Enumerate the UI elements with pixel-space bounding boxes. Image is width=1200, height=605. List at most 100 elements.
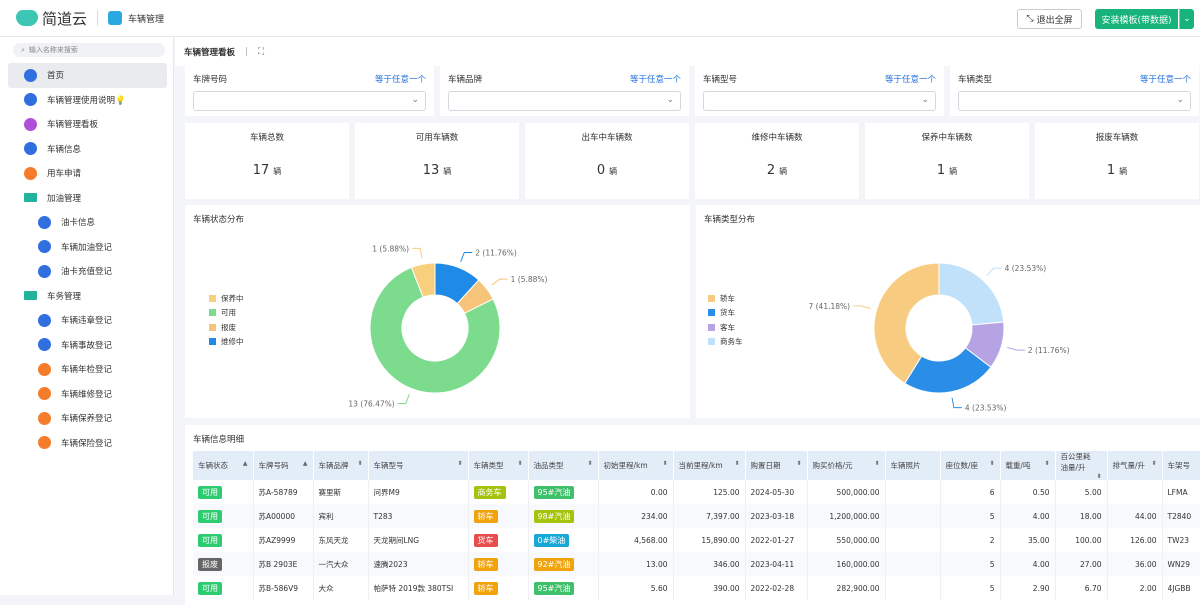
filter-operator-dropdown[interactable]: 等于任意一个 [1140,73,1191,85]
column-header[interactable]: 购置日期 ⬍ [745,451,808,480]
table-row[interactable]: 可用 苏AZ9999 东风天龙 天龙期间LNG 货车 0#柴油 4,568.00 15,890… [193,528,1200,552]
cell-text: 宾利 [318,511,334,521]
table-cell: 550,000.00 [807,528,886,552]
sort-icon[interactable]: ⬍ [874,460,879,467]
sort-icon[interactable]: ⬍ [662,460,667,467]
sidebar-item[interactable]: 车辆加油登记 [8,235,167,260]
column-header[interactable]: 车架号 [1162,451,1200,480]
table-cell: 轿车 [468,576,529,600]
exit-fullscreen-button[interactable]: ⤡ 退出全屏 [1017,9,1082,29]
sidebar-item[interactable]: 车辆违章登记 [8,308,167,333]
stat-card: 保养中车辆数 1 辆 [865,123,1029,199]
table-row[interactable]: 可用 苏A00000 宾利 T283 轿车 98#汽油 234.00 7,397.00 2023… [193,504,1200,528]
table-cell: 天龙期间LNG [368,528,469,552]
column-header[interactable]: 车辆照片 [885,451,941,480]
cell-text: 苏A-58789 [258,487,298,497]
sort-icon[interactable]: ⬍ [1044,460,1049,467]
table-cell: 5 [940,576,1001,600]
cell-text: T283 [373,511,393,521]
filter-select[interactable]: ⌄ [958,91,1191,111]
sidebar-item[interactable]: 油卡充值登记 [8,259,167,284]
column-header[interactable]: 初始里程/km ⬍ [598,451,674,480]
sort-icon[interactable]: ⬍ [1151,460,1156,467]
cell-text: 5 [989,583,995,593]
sort-icon[interactable]: ▲ [243,460,248,467]
sort-icon[interactable]: ⬍ [796,460,801,467]
slice-data-label: 4 (23.53%) [1005,264,1047,273]
collapse-icon: ⤡ [1026,14,1034,24]
column-header[interactable]: 当前里程/km ⬍ [673,451,746,480]
filter-card: 车牌号码 等于任意一个 ⌄ [185,66,434,116]
column-header[interactable]: 车辆品牌 ⬍ [313,451,369,480]
table-row[interactable]: 可用 苏B-586V9 大众 帕萨特 2019款 380TSI 轿车 95#汽油 5.60 3… [193,576,1200,600]
sidebar-search-input[interactable]: ⌕ 输入名称来搜索 [13,43,165,57]
column-label: 车辆状态 [198,461,228,470]
filter-select[interactable]: ⌄ [703,91,936,111]
stat-value: 1辆 [1035,163,1199,178]
table-row[interactable]: 报废 苏B 2903E 一汽大众 速腾2023 轿车 92#汽油 13.00 346.00 20… [193,552,1200,576]
sort-icon[interactable]: ⬍ [457,460,462,467]
tag-badge: 商务车 [473,485,506,499]
column-header[interactable]: 油品类型 ⬍ [528,451,599,480]
filter-operator-dropdown[interactable]: 等于任意一个 [885,73,936,85]
table-cell: 6 [940,480,1001,504]
sidebar-item[interactable]: 车辆年检登记 [8,357,167,382]
sidebar-item[interactable]: 用车申请 [8,161,167,186]
filter-select[interactable]: ⌄ [448,91,681,111]
cell-text: 27.00 [1080,559,1102,569]
slice-data-label: 7 (41.18%) [808,302,850,311]
column-header[interactable]: 购买价格/元 ⬍ [807,451,886,480]
filter-operator-dropdown[interactable]: 等于任意一个 [375,73,426,85]
sidebar-item[interactable]: 车辆保养登记 [8,406,167,431]
sort-icon[interactable]: ▲ [303,460,308,467]
folder-icon [24,193,37,203]
table-cell: 27.00 [1055,552,1108,576]
fullscreen-icon[interactable]: ⛶ [258,47,264,57]
sort-icon[interactable]: ⬍ [357,460,362,467]
filter-operator-dropdown[interactable]: 等于任意一个 [630,73,681,85]
column-header[interactable]: 座位数/座 ⬍ [940,451,1001,480]
cell-text: 100.00 [1075,535,1102,545]
sidebar-item-label: 车辆加油登记 [61,242,113,253]
cell-text: 苏B 2903E [258,559,298,569]
filter-label: 车辆型号 [703,75,738,85]
brand-logo[interactable]: 简道云 [16,8,87,29]
app-title[interactable]: 车辆管理 [108,11,164,25]
sort-icon[interactable]: ⬍ [587,460,592,467]
install-dropdown-button[interactable]: ⌄ [1179,9,1194,29]
column-header[interactable]: 排气量/升 ⬍ [1107,451,1163,480]
sidebar-item[interactable]: 车辆维修登记 [8,382,167,407]
sort-icon[interactable]: ⬍ [1096,473,1101,480]
cell-text: 5.60 [650,583,668,593]
cell-text: 问界M9 [373,487,400,497]
table-row[interactable]: 可用 苏A-58789 赛里斯 问界M9 商务车 95#汽油 0.00 125.00 2024-… [193,480,1200,504]
page-icon [38,411,51,425]
column-header[interactable]: 车辆状态 ▲ [193,451,254,480]
sidebar-item[interactable]: 车务管理 [8,284,167,309]
stat-card: 报废车辆数 1 辆 [1035,123,1199,199]
pie-slice-商务车[interactable] [938,262,1005,326]
column-header[interactable]: 载重/吨 ⬍ [1000,451,1056,480]
column-header[interactable]: 车辆型号 ⬍ [368,451,469,480]
main-content: 车辆管理看板 | ⛶ 车牌号码 等于任意一个 ⌄ 车辆品牌 等于任意一个 ⌄ 车辆型号 等于任意一… [175,37,1200,605]
table-cell: 0#柴油 [528,528,599,552]
column-header[interactable]: 车牌号码 ▲ [253,451,314,480]
sidebar-item[interactable]: 加油管理 [8,186,167,211]
column-header[interactable]: 车辆类型 ⬍ [468,451,529,480]
table-cell: 5.00 [1055,480,1108,504]
sidebar-item[interactable]: 车辆事故登记 [8,333,167,358]
sort-icon[interactable]: ⬍ [989,460,994,467]
sidebar-item[interactable]: 车辆保险登记 [8,431,167,456]
status-chart-card: 车辆状态分布 保养中 可用 报废 维修中 2 (11.76%) 1 (5.88%) 13 … [185,205,690,418]
sidebar-item[interactable]: 车辆管理使用说明💡 [8,88,167,113]
sort-icon[interactable]: ⬍ [517,460,522,467]
filter-select[interactable]: ⌄ [193,91,426,111]
table-cell [885,552,941,576]
sidebar-item[interactable]: 车辆信息 [8,137,167,162]
sort-icon[interactable]: ⬍ [734,460,739,467]
column-header[interactable]: 百公里耗油量/升 ⬍ [1055,451,1108,480]
sidebar-item[interactable]: 车辆管理看板 [8,112,167,137]
sidebar-item[interactable]: 油卡信息 [8,210,167,235]
install-template-button[interactable]: 安装模板(带数据) [1095,9,1178,29]
sidebar-item[interactable]: 首页 [8,63,167,88]
